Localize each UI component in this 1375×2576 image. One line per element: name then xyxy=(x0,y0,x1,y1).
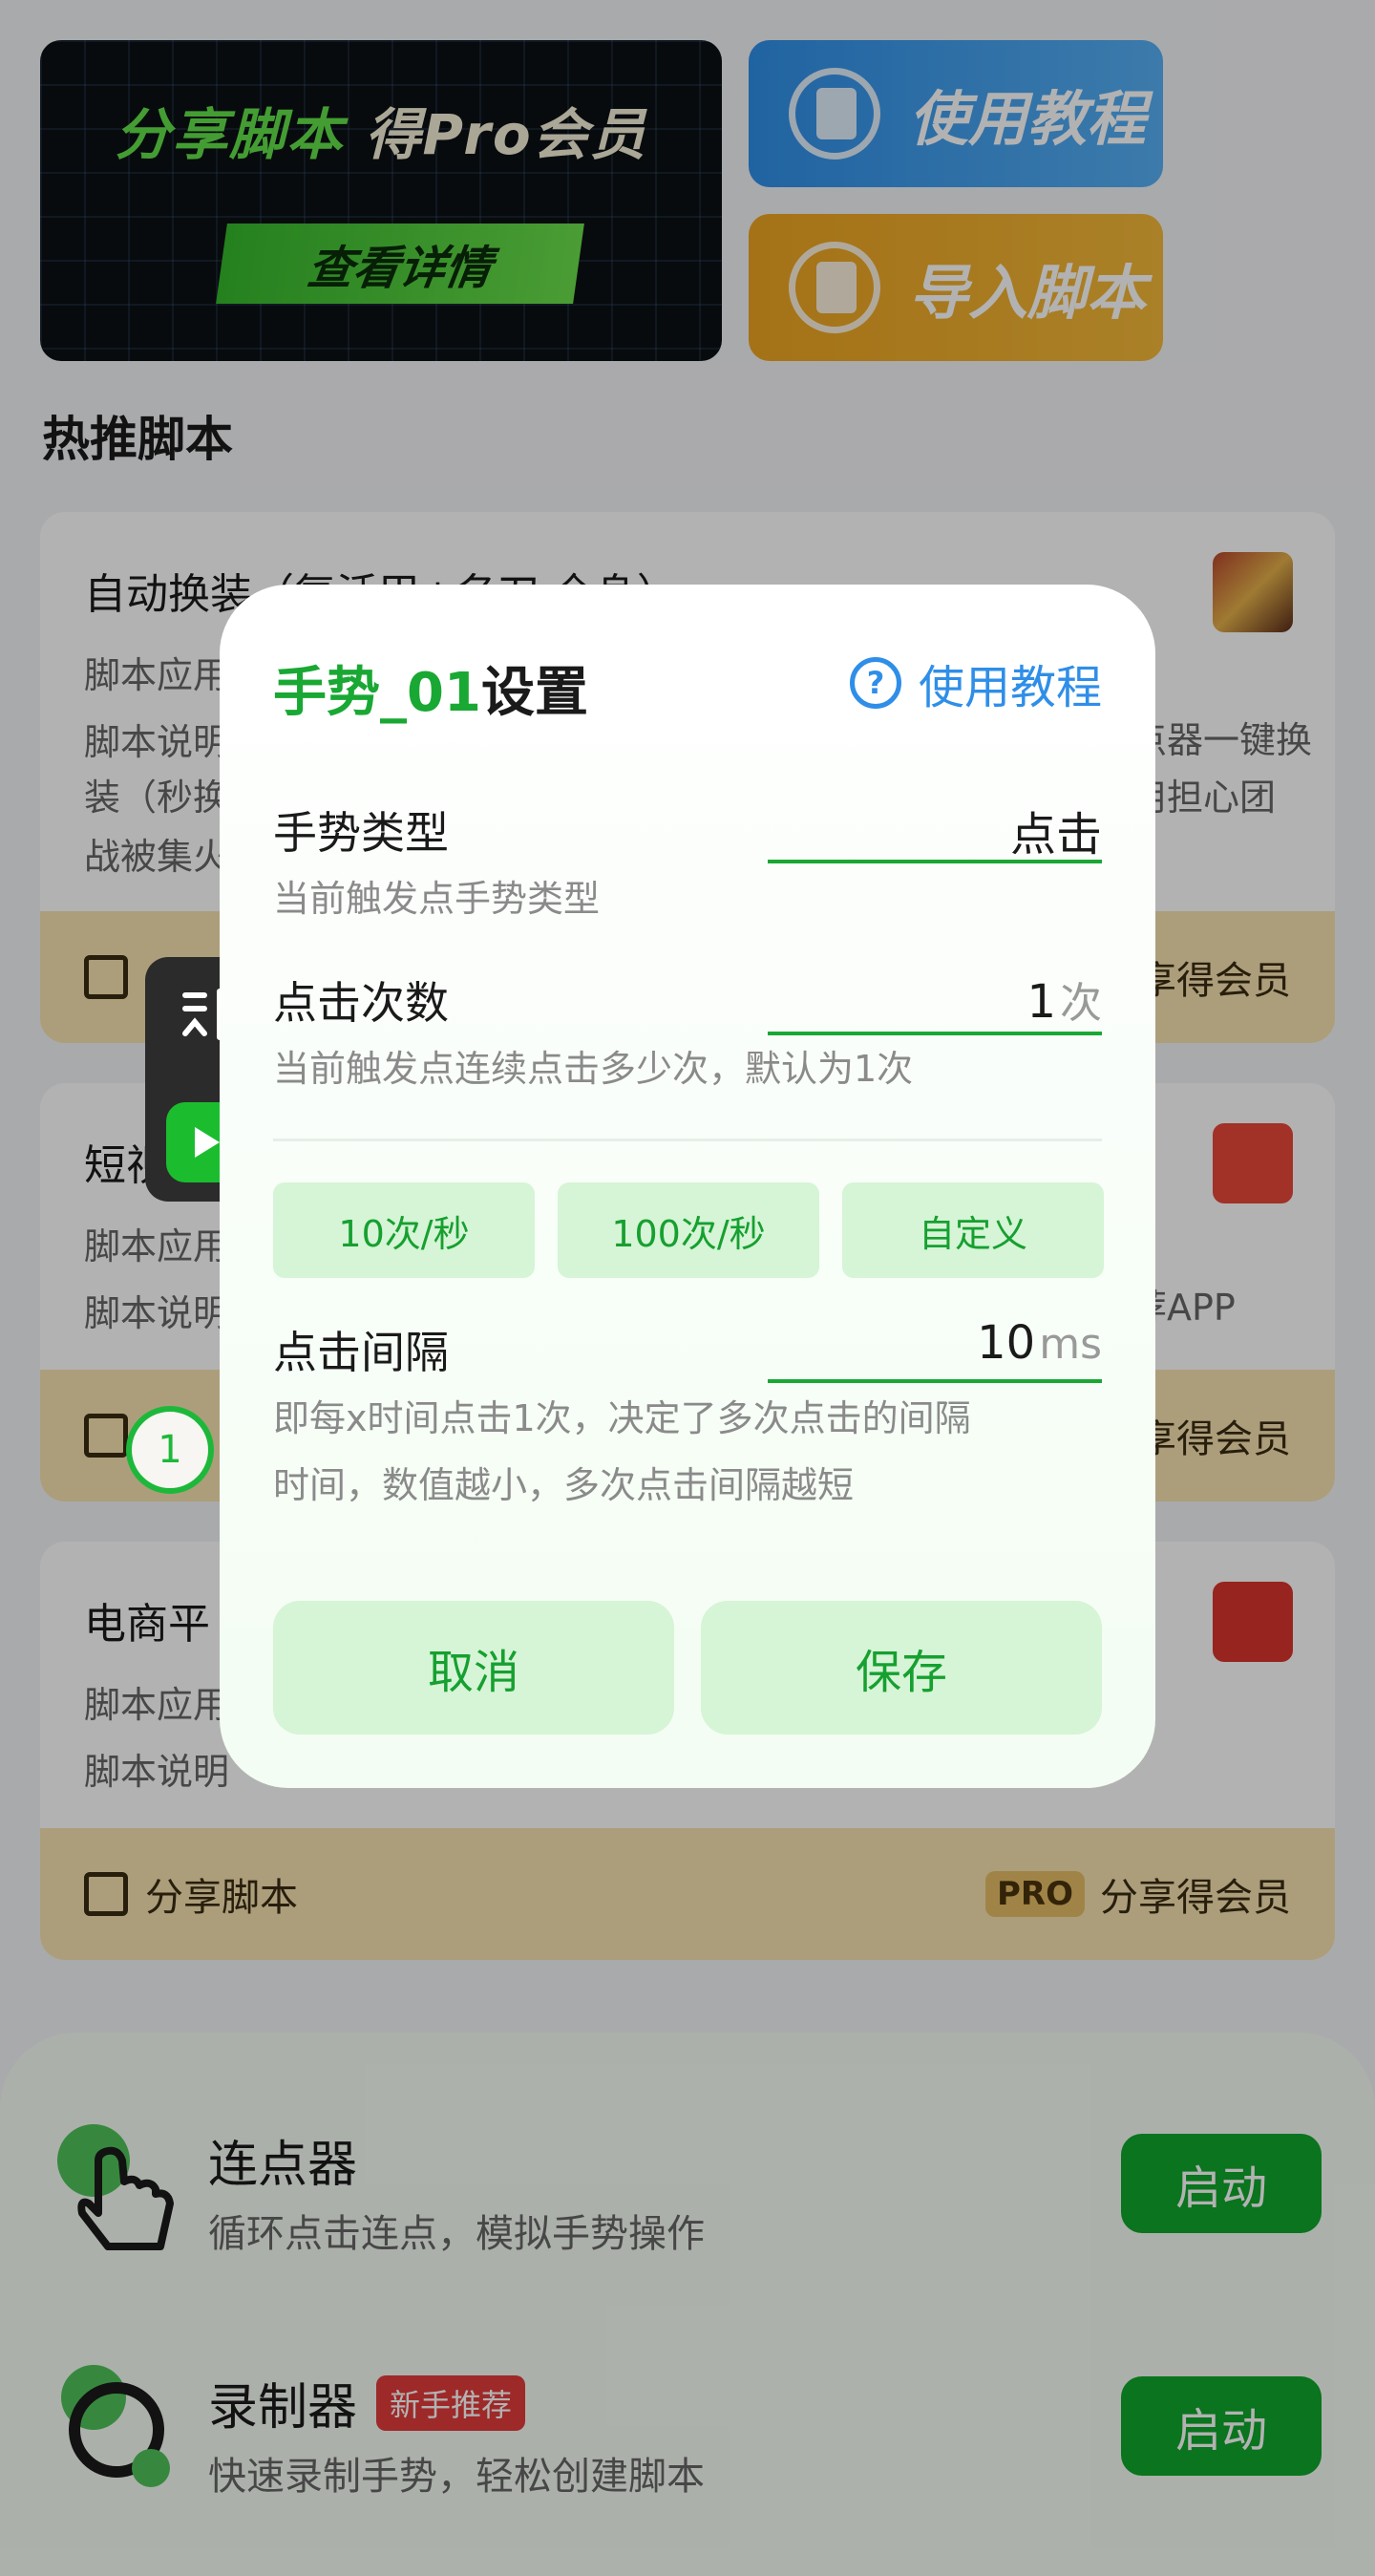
gesture-type-select[interactable]: 点击 xyxy=(768,797,1102,863)
click-count-field[interactable]: 1次 xyxy=(768,969,1102,1035)
preset-10-per-sec-button[interactable]: 10次/秒 xyxy=(273,1182,535,1278)
interval-label: 点击间隔 xyxy=(273,1327,449,1378)
gesture-type-desc: 当前触发点手势类型 xyxy=(273,878,601,920)
cancel-button[interactable]: 取消 xyxy=(273,1601,674,1735)
save-button[interactable]: 保存 xyxy=(701,1601,1102,1735)
gesture-settings-dialog: 手势_01设置 ? 使用教程 手势类型 点击 当前触发点手势类型 点击次数 1次… xyxy=(220,585,1155,1788)
touch-point-marker[interactable]: 1 xyxy=(126,1406,214,1494)
preset-custom-button[interactable]: 自定义 xyxy=(842,1182,1104,1278)
interval-desc: 时间，数值越小，多次点击间隔越短 xyxy=(273,1464,855,1506)
preset-100-per-sec-button[interactable]: 100次/秒 xyxy=(558,1182,819,1278)
click-count-desc: 当前触发点连续点击多少次，默认为1次 xyxy=(273,1048,914,1090)
dialog-title: 手势_01设置 xyxy=(273,662,588,724)
gesture-type-label: 手势类型 xyxy=(273,807,449,859)
help-icon: ? xyxy=(849,657,901,709)
interval-desc: 即每x时间点击1次，决定了多次点击的间隔 xyxy=(273,1397,971,1439)
dialog-tutorial-link[interactable]: ? 使用教程 xyxy=(849,649,1102,716)
click-count-label: 点击次数 xyxy=(273,977,449,1029)
interval-field[interactable]: 10ms xyxy=(768,1316,1102,1383)
divider xyxy=(273,1139,1102,1141)
